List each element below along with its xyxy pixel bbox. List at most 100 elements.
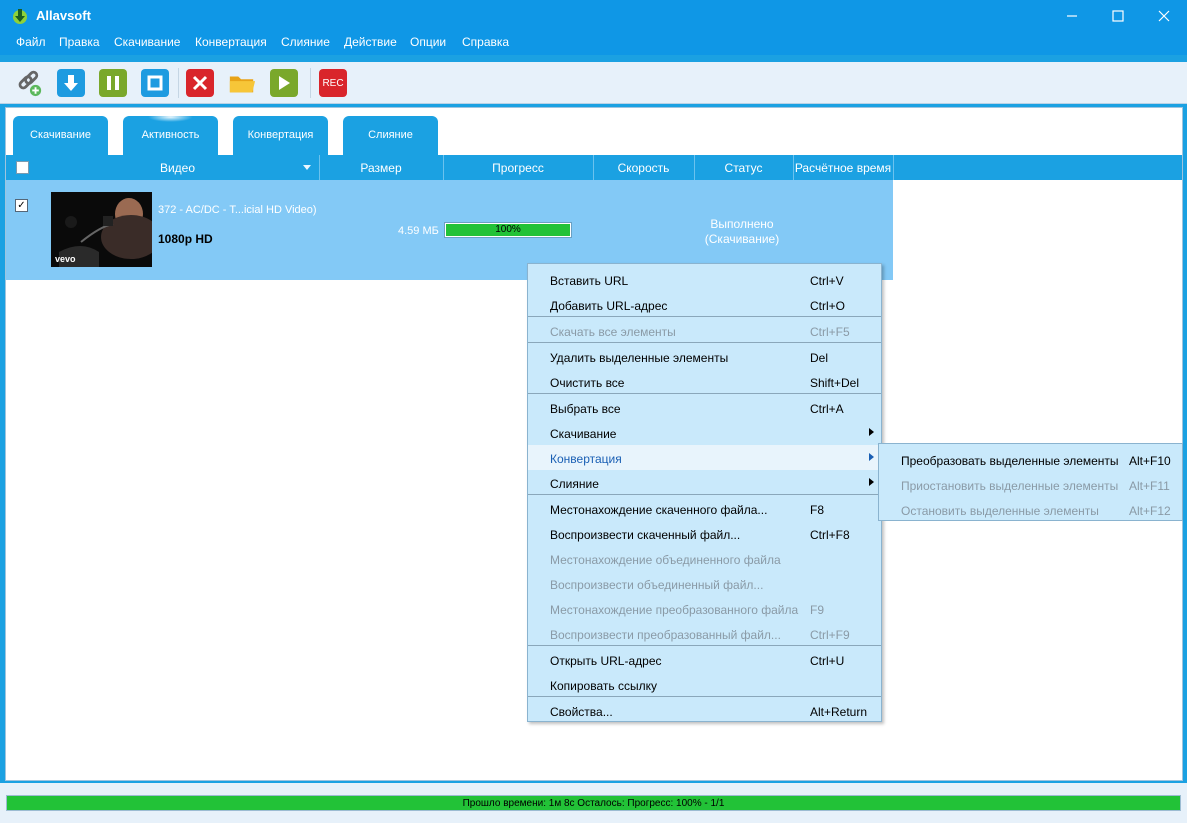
- menu-item-shortcut: Del: [810, 351, 829, 365]
- progress-text: 100%: [495, 224, 521, 235]
- menu-download[interactable]: Скачивание: [114, 35, 180, 49]
- status-bar: Прошло времени: 1м 8с Осталось: Прогресс…: [0, 783, 1187, 823]
- menu-separator: [528, 494, 881, 495]
- column-size[interactable]: Размер: [319, 161, 443, 175]
- menu-item-merged-location[interactable]: Местонахождение объединенного файла: [528, 546, 881, 571]
- column-status[interactable]: Статус: [694, 161, 793, 175]
- menu-action[interactable]: Действие: [344, 35, 397, 49]
- maximize-button[interactable]: [1095, 0, 1141, 31]
- menu-item-convert-submenu[interactable]: Конвертация: [528, 445, 881, 470]
- menu-item-download-submenu[interactable]: Скачивание: [528, 420, 881, 445]
- overall-progress-text: Прошло времени: 1м 8с Осталось: Прогресс…: [462, 798, 725, 809]
- menu-item-downloaded-location[interactable]: Местонахождение скаченного файла... F8: [528, 496, 881, 521]
- minimize-button[interactable]: [1049, 0, 1095, 31]
- status-line: (Скачивание): [704, 232, 780, 246]
- menu-item-paste-url[interactable]: Вставить URL Ctrl+V: [528, 267, 881, 292]
- toolbar-separator: [310, 68, 311, 98]
- menu-item-add-url[interactable]: Добавить URL-адрес Ctrl+O: [528, 292, 881, 317]
- menu-item-convert-selected[interactable]: Преобразовать выделенные элементы Alt+F1…: [879, 446, 1182, 471]
- toolbar-separator: [178, 68, 179, 98]
- convert-submenu: Преобразовать выделенные элементы Alt+F1…: [878, 443, 1183, 521]
- allavsoft-logo-icon: [12, 7, 28, 25]
- video-size: 4.59 МБ: [398, 225, 439, 237]
- menu-options[interactable]: Опции: [410, 35, 446, 49]
- menu-item-shortcut: F8: [810, 503, 825, 517]
- stop-button[interactable]: [141, 69, 169, 97]
- menu-item-shortcut: Alt+F11: [1129, 479, 1170, 493]
- tab-convert[interactable]: Конвертация: [233, 116, 328, 156]
- select-all-checkbox[interactable]: [16, 161, 29, 174]
- menu-file[interactable]: Файл: [16, 35, 46, 49]
- menu-item-label: Добавить URL-адрес: [550, 299, 668, 313]
- menu-item-copy-link[interactable]: Копировать ссылку: [528, 672, 881, 697]
- close-button[interactable]: [1141, 0, 1187, 31]
- submenu-arrow-icon: [869, 453, 874, 461]
- submenu-arrow-icon: [869, 428, 874, 436]
- menu-item-open-url[interactable]: Открыть URL-адрес Ctrl+U: [528, 647, 881, 672]
- menu-separator: [528, 645, 881, 646]
- title-bar: Allavsoft: [0, 0, 1187, 31]
- play-button[interactable]: [270, 69, 298, 97]
- menu-item-label: Приостановить выделенные элементы: [901, 479, 1119, 493]
- menu-merge[interactable]: Слияние: [281, 35, 330, 49]
- column-video[interactable]: Видео: [36, 161, 319, 175]
- tab-download[interactable]: Скачивание: [13, 116, 108, 156]
- menu-item-label: Преобразовать выделенные элементы: [901, 454, 1119, 468]
- menu-item-play-merged[interactable]: Воспроизвести объединенный файл...: [528, 571, 881, 596]
- menu-item-label: Воспроизвести объединенный файл...: [550, 578, 764, 592]
- menu-item-label: Местонахождение скаченного файла...: [550, 503, 768, 517]
- vevo-logo: vevo: [55, 254, 76, 264]
- menu-item-clear-all[interactable]: Очистить все Shift+Del: [528, 369, 881, 394]
- menu-item-label: Местонахождение преобразованного файла: [550, 603, 799, 617]
- video-thumbnail: vevo: [51, 192, 152, 267]
- menu-separator: [528, 342, 881, 343]
- menu-item-shortcut: Alt+Return: [810, 705, 868, 719]
- menu-item-stop-selected[interactable]: Остановить выделенные элементы Alt+F12: [879, 496, 1182, 521]
- menu-item-label: Скачивание: [550, 427, 617, 441]
- menu-item-pause-selected[interactable]: Приостановить выделенные элементы Alt+F1…: [879, 471, 1182, 496]
- menu-item-shortcut: Alt+F10: [1129, 454, 1171, 468]
- record-button[interactable]: REC: [319, 69, 347, 97]
- menu-convert[interactable]: Конвертация: [195, 35, 267, 49]
- download-icon: [64, 75, 78, 91]
- menu-item-label: Местонахождение объединенного файла: [550, 553, 781, 567]
- record-icon: REC: [322, 77, 344, 89]
- menu-item-select-all[interactable]: Выбрать все Ctrl+A: [528, 395, 881, 420]
- download-button[interactable]: [57, 69, 85, 97]
- column-divider[interactable]: [893, 155, 894, 180]
- pause-button[interactable]: [99, 69, 127, 97]
- column-eta[interactable]: Расчётное время: [793, 161, 893, 175]
- menu-item-label: Удалить выделенные элементы: [550, 351, 729, 365]
- menu-edit[interactable]: Правка: [59, 35, 100, 49]
- row-checkbox[interactable]: ✓: [15, 199, 28, 212]
- tab-merge[interactable]: Слияние: [343, 116, 438, 156]
- menu-item-label: Копировать ссылку: [550, 679, 657, 693]
- menu-item-merge-submenu[interactable]: Слияние: [528, 470, 881, 495]
- menu-item-play-downloaded[interactable]: Воспроизвести скаченный файл... Ctrl+F8: [528, 521, 881, 546]
- tab-activity[interactable]: Активность: [123, 112, 218, 156]
- open-folder-icon: [229, 76, 256, 93]
- menu-item-label: Вставить URL: [550, 274, 629, 288]
- progress-bar: 100%: [444, 222, 572, 238]
- menu-item-label: Открыть URL-адрес: [550, 654, 662, 668]
- close-icon: [1158, 10, 1170, 21]
- sort-down-icon[interactable]: [303, 165, 311, 170]
- menu-item-properties[interactable]: Свойства... Alt+Return: [528, 698, 881, 723]
- stop-icon: [147, 75, 163, 91]
- menu-item-delete-selected[interactable]: Удалить выделенные элементы Del: [528, 344, 881, 369]
- open-folder-button[interactable]: [228, 69, 256, 97]
- column-speed[interactable]: Скорость: [593, 161, 694, 175]
- menu-help[interactable]: Справка: [462, 35, 509, 49]
- column-progress[interactable]: Прогресс: [443, 161, 593, 175]
- menu-separator: [528, 393, 881, 394]
- overall-progress-bar: Прошло времени: 1м 8с Осталось: Прогресс…: [6, 795, 1181, 811]
- menu-item-download-all[interactable]: Скачать все элементы Ctrl+F5: [528, 318, 881, 343]
- menu-bar: Файл Правка Скачивание Конвертация Слиян…: [0, 31, 1187, 55]
- menu-item-shortcut: Ctrl+U: [810, 654, 845, 668]
- add-url-button[interactable]: [15, 69, 43, 97]
- menu-item-shortcut: Ctrl+F5: [810, 325, 850, 339]
- menu-item-play-converted[interactable]: Воспроизвести преобразованный файл... Ct…: [528, 621, 881, 646]
- delete-icon: [192, 75, 208, 91]
- delete-button[interactable]: [186, 69, 214, 97]
- menu-item-converted-location[interactable]: Местонахождение преобразованного файла F…: [528, 596, 881, 621]
